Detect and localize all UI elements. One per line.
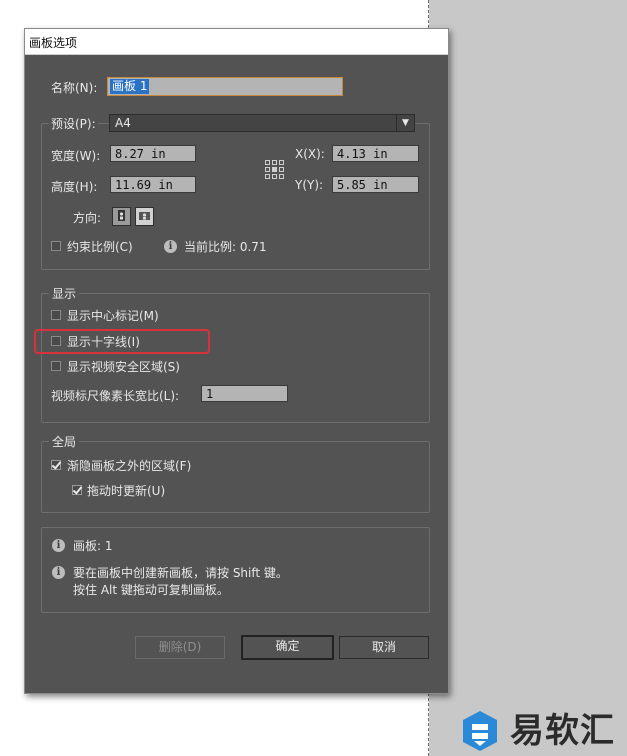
watermark-logo-icon bbox=[463, 711, 497, 751]
orientation-label: 方向: bbox=[73, 211, 102, 225]
preset-select-value: A4 bbox=[115, 116, 131, 130]
portrait-icon bbox=[118, 210, 125, 221]
info-icon: i bbox=[164, 240, 177, 253]
dialog-titlebar: 画板选项 bbox=[25, 29, 448, 55]
reference-point-icon[interactable] bbox=[265, 160, 285, 180]
preset-select[interactable]: A4 ▼ bbox=[109, 114, 415, 132]
hint-line-1: 要在画板中创建新画板，请按 Shift 键。 bbox=[73, 566, 288, 580]
constrain-checkbox[interactable] bbox=[51, 241, 61, 251]
display-legend: 显示 bbox=[49, 285, 80, 302]
show-center-mark-checkbox[interactable] bbox=[51, 310, 61, 320]
x-field[interactable]: 4.13 in bbox=[332, 145, 419, 162]
width-label: 宽度(W): bbox=[51, 149, 101, 163]
x-label: X(X): bbox=[295, 147, 325, 161]
show-video-safe-checkbox[interactable] bbox=[51, 361, 61, 371]
show-center-mark-label[interactable]: 显示中心标记(M) bbox=[67, 307, 159, 324]
update-while-drag-checkbox[interactable] bbox=[72, 485, 82, 495]
cross-hairs-highlight-box bbox=[34, 329, 210, 354]
preset-label: 预设(P): bbox=[49, 115, 98, 132]
width-field[interactable]: 8.27 in bbox=[110, 145, 196, 162]
artboard-options-dialog: 画板选项 名称(N): 画板 1 预设(P): A4 ▼ 宽度(W): 8.27… bbox=[24, 28, 449, 694]
fade-outside-checkbox[interactable] bbox=[51, 460, 61, 470]
constrain-label[interactable]: 约束比例(C) bbox=[67, 238, 133, 255]
landscape-button[interactable] bbox=[135, 207, 154, 226]
landscape-icon bbox=[139, 212, 150, 220]
info-icon: i bbox=[52, 566, 65, 579]
canvas-gray-area bbox=[429, 0, 627, 756]
height-field[interactable]: 11.69 in bbox=[110, 176, 196, 193]
global-legend: 全局 bbox=[49, 433, 80, 450]
pixel-ratio-field[interactable]: 1 bbox=[201, 385, 288, 402]
dialog-title: 画板选项 bbox=[29, 36, 78, 50]
info-icon: i bbox=[52, 539, 65, 552]
artboard-count: 画板: 1 bbox=[73, 539, 113, 553]
global-group bbox=[41, 441, 430, 513]
pixel-ratio-label: 视频标尺像素长宽比(L): bbox=[51, 389, 180, 403]
delete-button[interactable]: 删除(D) bbox=[135, 636, 225, 659]
fade-outside-label[interactable]: 渐隐画板之外的区域(F) bbox=[67, 457, 191, 474]
name-field-value: 画板 1 bbox=[110, 79, 150, 94]
portrait-button[interactable] bbox=[112, 207, 131, 226]
current-ratio: 当前比例: 0.71 bbox=[184, 240, 267, 254]
watermark-text: 易软汇 bbox=[510, 711, 615, 751]
update-while-drag-label[interactable]: 拖动时更新(U) bbox=[87, 482, 165, 499]
name-label: 名称(N): bbox=[51, 81, 98, 95]
name-field[interactable]: 画板 1 bbox=[107, 77, 343, 96]
hint-line-2: 按住 Alt 键拖动可复制画板。 bbox=[73, 583, 229, 597]
ok-button[interactable]: 确定 bbox=[241, 635, 334, 660]
y-field[interactable]: 5.85 in bbox=[332, 176, 419, 193]
chevron-down-icon[interactable]: ▼ bbox=[396, 115, 414, 131]
cancel-button[interactable]: 取消 bbox=[339, 636, 429, 659]
height-label: 高度(H): bbox=[51, 180, 98, 194]
show-video-safe-label[interactable]: 显示视频安全区域(S) bbox=[67, 358, 180, 375]
y-label: Y(Y): bbox=[295, 178, 324, 192]
